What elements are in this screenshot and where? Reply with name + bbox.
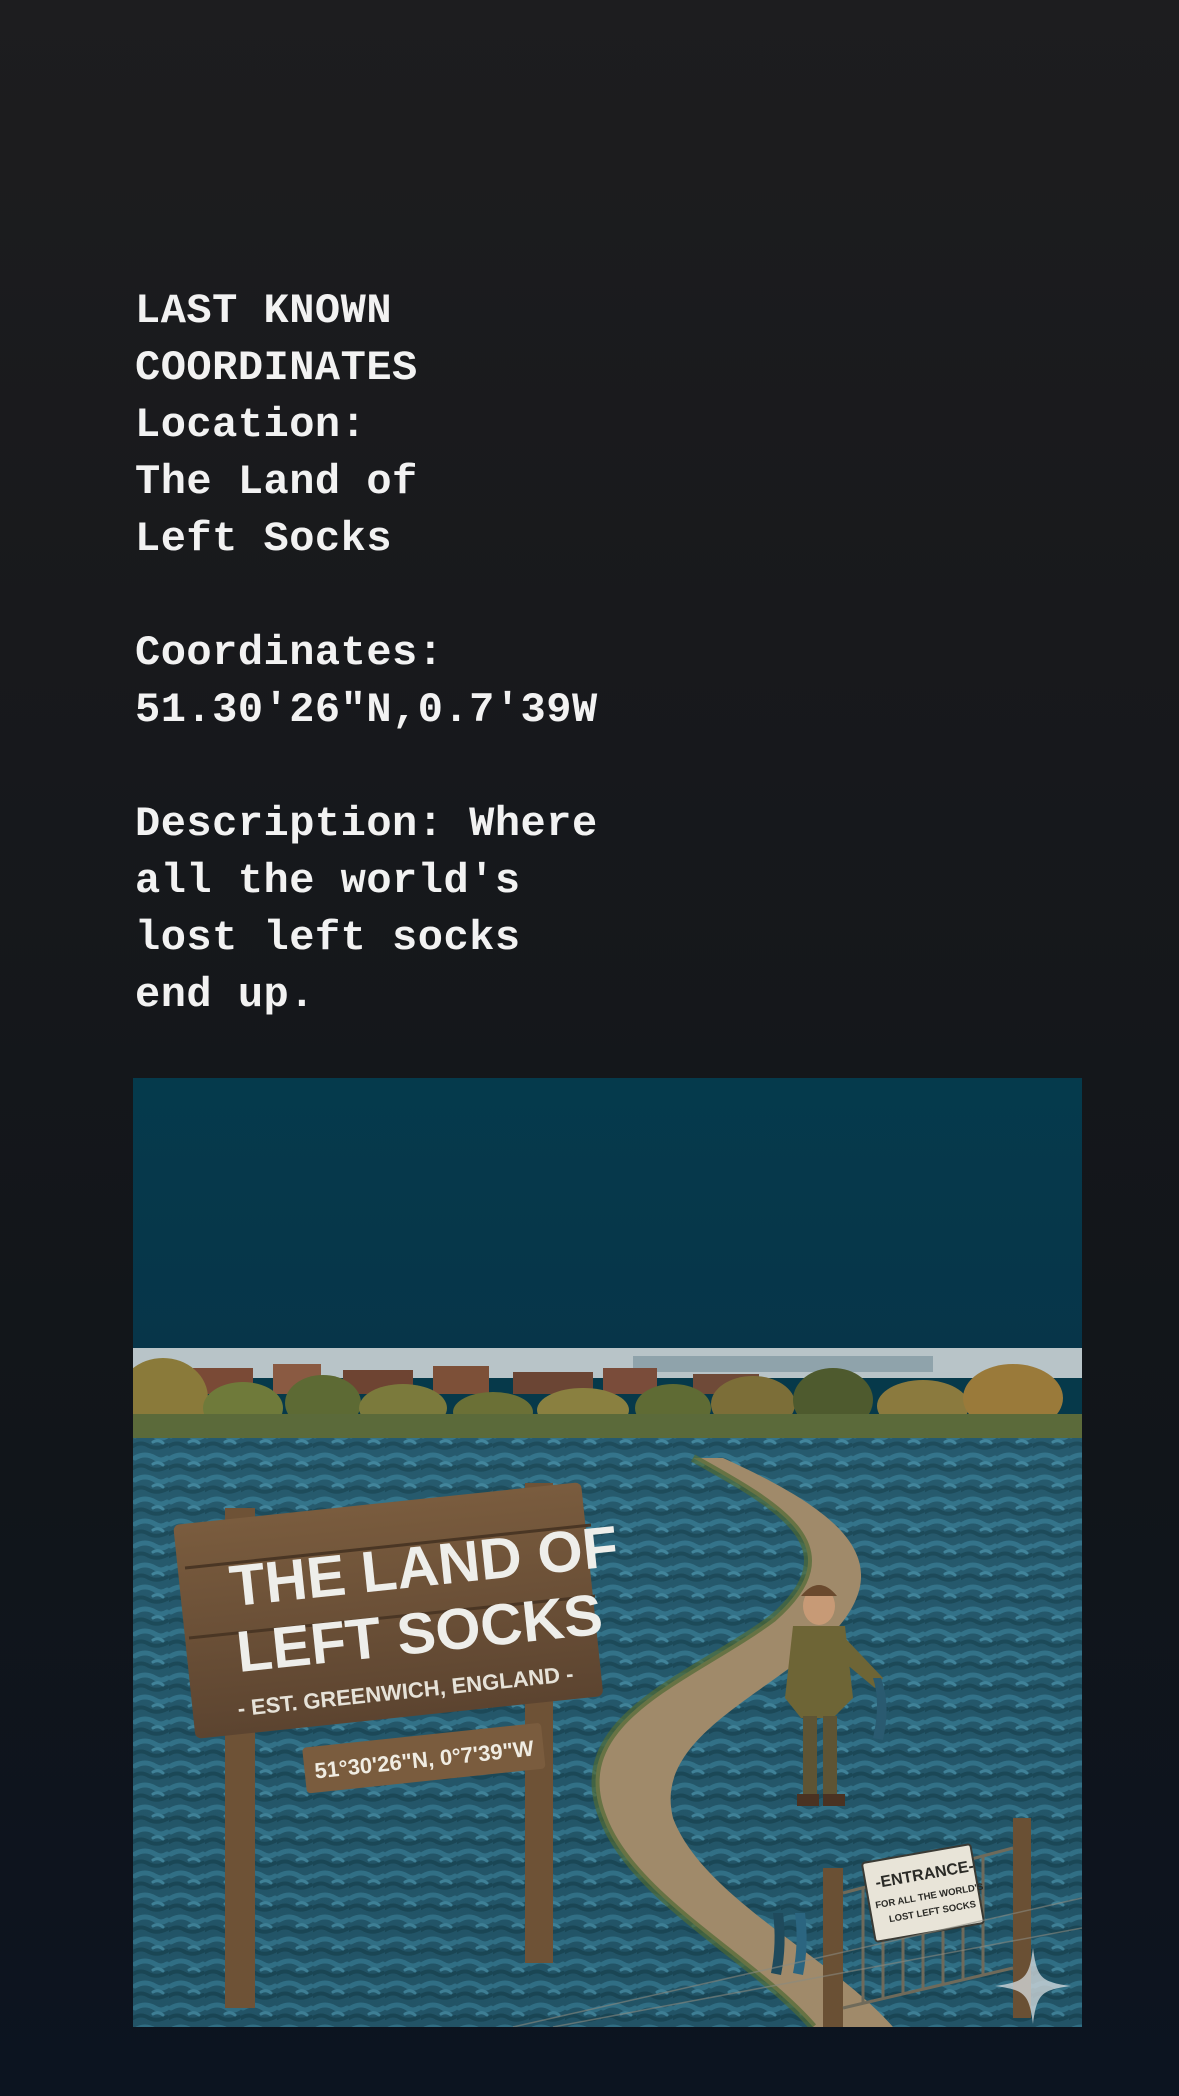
description-line-4: end up. — [135, 971, 315, 1019]
sky — [133, 1078, 1082, 1350]
heading-line-2: COORDINATES — [135, 344, 418, 392]
location-value-line-2: Left Socks — [135, 515, 393, 563]
location-value-line-1: The Land of — [135, 458, 418, 506]
heading-line-1: LAST KNOWN — [135, 287, 393, 335]
description-line-2: all the world's — [135, 857, 521, 905]
description-line-3: lost left socks — [135, 914, 521, 962]
post-image[interactable]: THE LAND OF LEFT SOCKS - EST. GREENWICH,… — [133, 1078, 1082, 2027]
distant-water — [633, 1356, 933, 1372]
coordinates-label: Coordinates: — [135, 629, 444, 677]
post-text: LAST KNOWN COORDINATES Location: The Lan… — [135, 283, 855, 1024]
jacket — [785, 1626, 853, 1718]
description-line-1: Description: Where — [135, 800, 598, 848]
location-label: Location: — [135, 401, 367, 449]
land-of-left-socks-illustration: THE LAND OF LEFT SOCKS - EST. GREENWICH,… — [133, 1078, 1082, 2027]
coordinates-value: 51.30'26"N,0.7'39W — [135, 686, 598, 734]
